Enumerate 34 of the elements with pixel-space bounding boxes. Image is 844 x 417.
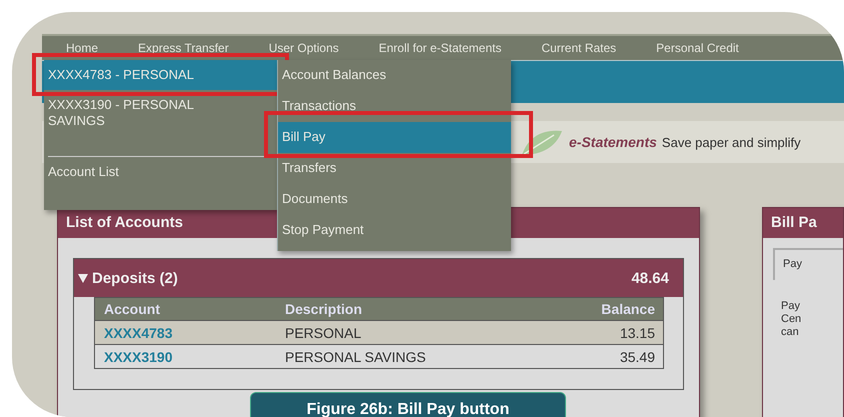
nav-link[interactable]: Enroll for e-Statements (378, 41, 502, 55)
nav-link[interactable]: Express Transfer (138, 41, 229, 55)
account-link[interactable]: XXXX3190 (95, 348, 285, 364)
pay-tab[interactable]: Pay (773, 248, 843, 280)
column-header: Balance (600, 301, 656, 317)
panel-text: Cen (781, 313, 802, 325)
panel-text: Pay (781, 300, 801, 312)
table-cell-text: PERSONAL SAVINGS (285, 348, 427, 364)
banner-text: Save paper and simplify (662, 134, 801, 150)
group-title: Deposits (2) (92, 270, 178, 286)
nav-link[interactable]: User Options (268, 41, 339, 55)
nav-link[interactable]: Current Rates (541, 41, 616, 55)
account-row[interactable]: XXXX4783 PERSONAL 13.15 (95, 320, 663, 344)
panel-title: Bill Pa (763, 208, 843, 238)
banner-brand: e-Statements (569, 134, 657, 150)
submenu-item[interactable]: Transactions (278, 91, 511, 122)
column-header: Description (285, 301, 364, 317)
account-menu-item[interactable]: XXXX4783 - PERSONAL (44, 60, 277, 90)
table-cell-text: 13.15 (618, 324, 656, 340)
panel-text: can (781, 326, 800, 338)
table-cell-text: PERSONAL (285, 324, 362, 340)
expand-triangle-icon[interactable] (78, 273, 88, 283)
column-header: Account (103, 301, 161, 317)
submenu-item[interactable]: Transfers (278, 153, 511, 184)
group-header[interactable]: Deposits (2) 48.64 (74, 259, 683, 297)
account-menu-item[interactable]: XXXX3190 - PERSONAL SAVINGS (44, 90, 277, 136)
account-list-link[interactable]: Account List (44, 157, 277, 187)
submenu-item[interactable]: Account Balances (278, 60, 511, 91)
group-total: 48.64 (631, 270, 669, 286)
table-cell-text: 35.49 (618, 348, 656, 364)
nav-link[interactable]: Personal Credit (656, 41, 739, 55)
submenu-item[interactable]: Bill Pay (278, 122, 511, 153)
nav-link[interactable]: Home (66, 41, 98, 55)
account-link[interactable]: XXXX4783 (95, 324, 285, 340)
